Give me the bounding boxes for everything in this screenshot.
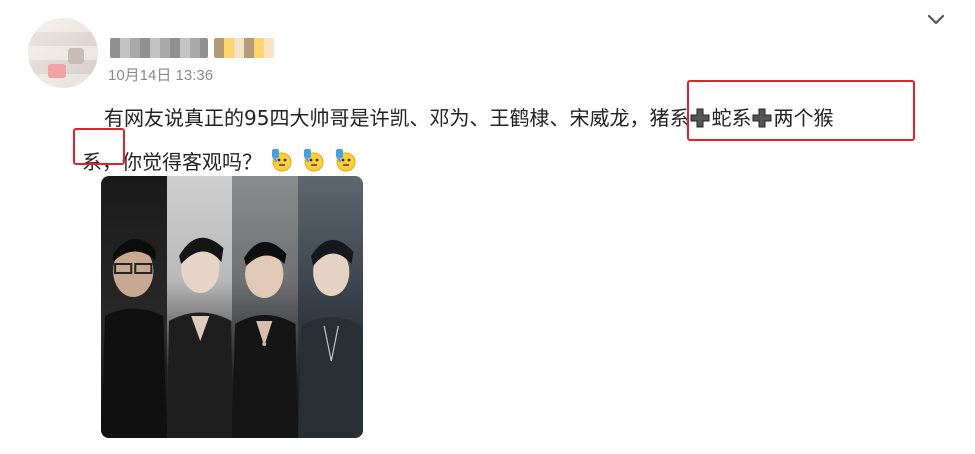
photo-strip [232, 176, 298, 438]
photo-strip [101, 176, 167, 438]
thinking-emoji-icon [334, 145, 358, 172]
post-text-segment: ，你觉得客观吗？ [102, 150, 262, 174]
post-avatar[interactable] [28, 18, 98, 88]
photo-strip [297, 176, 363, 438]
photo-strip [166, 176, 232, 438]
post-image[interactable] [101, 176, 363, 438]
highlight-box [687, 80, 915, 141]
chevron-down-icon[interactable] [925, 8, 947, 30]
username-blurred[interactable] [110, 38, 208, 58]
thinking-emoji-icon [302, 145, 326, 172]
user-badge-blurred [214, 38, 274, 58]
post-text-segment: 猪系 [649, 106, 690, 130]
post-text-segment: 有网友说真正的95四大帅哥是许凯、邓为、王鹤棣、宋威龙， [104, 106, 650, 130]
highlight-box [73, 128, 125, 165]
thinking-emoji-icon [270, 145, 294, 172]
post-timestamp[interactable]: 10月14日 13:36 [108, 64, 213, 85]
